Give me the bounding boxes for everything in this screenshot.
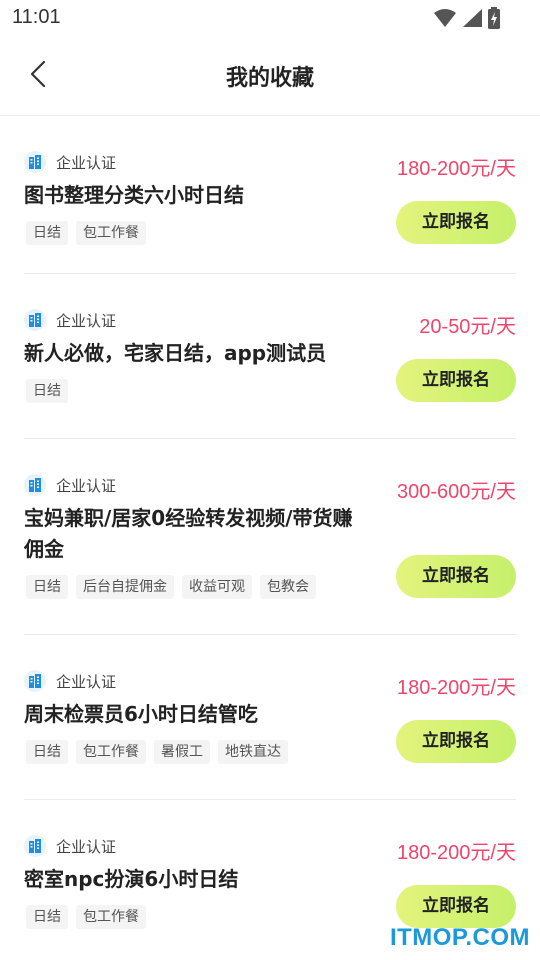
tag: 暑假工 <box>154 740 210 764</box>
enterprise-cert: 企业认证 <box>24 670 116 692</box>
cert-label: 企业认证 <box>56 837 117 856</box>
enterprise-cert: 企业认证 <box>24 835 116 857</box>
tag: 日结 <box>26 905 68 929</box>
wifi-icon <box>434 8 456 32</box>
price: 180-200元/天 <box>397 677 516 699</box>
tag: 日结 <box>26 575 68 599</box>
enterprise-cert: 企业认证 <box>24 309 116 331</box>
price: 180-200元/天 <box>397 158 516 180</box>
favorites-list: 企业认证 180-200元/天 图书整理分类六小时日结 日结 包工作餐 立即报名… <box>24 116 516 960</box>
tag: 包工作餐 <box>76 740 146 764</box>
tag-list: 日结 包工作餐 <box>26 905 146 929</box>
tag-list: 日结 后台自提佣金 收益可观 包教会 <box>26 575 316 599</box>
job-card[interactable]: 企业认证 180-200元/天 图书整理分类六小时日结 日结 包工作餐 立即报名 <box>24 116 516 274</box>
cert-label: 企业认证 <box>56 672 117 691</box>
status-bar: 11:01 <box>0 0 540 36</box>
enterprise-cert: 企业认证 <box>24 151 116 173</box>
job-title: 图书整理分类六小时日结 <box>24 183 244 207</box>
job-title: 密室npc扮演6小时日结 <box>24 867 239 891</box>
apply-button[interactable]: 立即报名 <box>396 720 516 763</box>
watermark: ITMOP.COM <box>389 924 530 951</box>
building-icon <box>24 474 46 496</box>
tag: 后台自提佣金 <box>76 575 174 599</box>
job-title: 周末检票员6小时日结管吃 <box>24 702 258 726</box>
cert-label: 企业认证 <box>56 153 117 172</box>
cert-label: 企业认证 <box>56 311 117 330</box>
tag: 包工作餐 <box>76 905 146 929</box>
battery-charging-icon <box>488 7 500 33</box>
nav-bar: 我的收藏 <box>0 36 540 116</box>
price: 20-50元/天 <box>419 316 516 338</box>
signal-icon <box>462 8 482 32</box>
apply-button[interactable]: 立即报名 <box>396 555 516 598</box>
tag: 包工作餐 <box>76 221 146 245</box>
tag: 地铁直达 <box>218 740 288 764</box>
cert-label: 企业认证 <box>56 476 117 495</box>
tag-list: 日结 包工作餐 暑假工 地铁直达 <box>26 740 288 764</box>
enterprise-cert: 企业认证 <box>24 474 116 496</box>
building-icon <box>24 151 46 173</box>
tag: 包教会 <box>260 575 316 599</box>
apply-button[interactable]: 立即报名 <box>396 201 516 244</box>
price: 180-200元/天 <box>397 842 516 864</box>
building-icon <box>24 309 46 331</box>
apply-button[interactable]: 立即报名 <box>396 359 516 402</box>
tag-list: 日结 包工作餐 <box>26 221 146 245</box>
job-title: 新人必做，宅家日结，app测试员 <box>24 341 327 365</box>
tag: 日结 <box>26 379 68 403</box>
tag: 日结 <box>26 221 68 245</box>
job-title: 宝妈兼职/居家0经验转发视频/带货赚佣金 <box>24 506 353 561</box>
page-title: 我的收藏 <box>225 66 314 91</box>
price: 300-600元/天 <box>397 481 516 503</box>
job-card[interactable]: 企业认证 20-50元/天 新人必做，宅家日结，app测试员 日结 立即报名 <box>24 274 516 439</box>
job-card[interactable]: 企业认证 180-200元/天 周末检票员6小时日结管吃 日结 包工作餐 暑假工… <box>24 635 516 800</box>
building-icon <box>24 670 46 692</box>
tag: 日结 <box>26 740 68 764</box>
apply-button[interactable]: 立即报名 <box>396 885 516 928</box>
status-icons <box>434 7 500 33</box>
job-card[interactable]: 企业认证 300-600元/天 宝妈兼职/居家0经验转发视频/带货赚佣金 日结 … <box>24 439 516 635</box>
building-icon <box>24 835 46 857</box>
tag-list: 日结 <box>26 379 68 403</box>
status-time: 11:01 <box>12 6 61 28</box>
tag: 收益可观 <box>182 575 252 599</box>
